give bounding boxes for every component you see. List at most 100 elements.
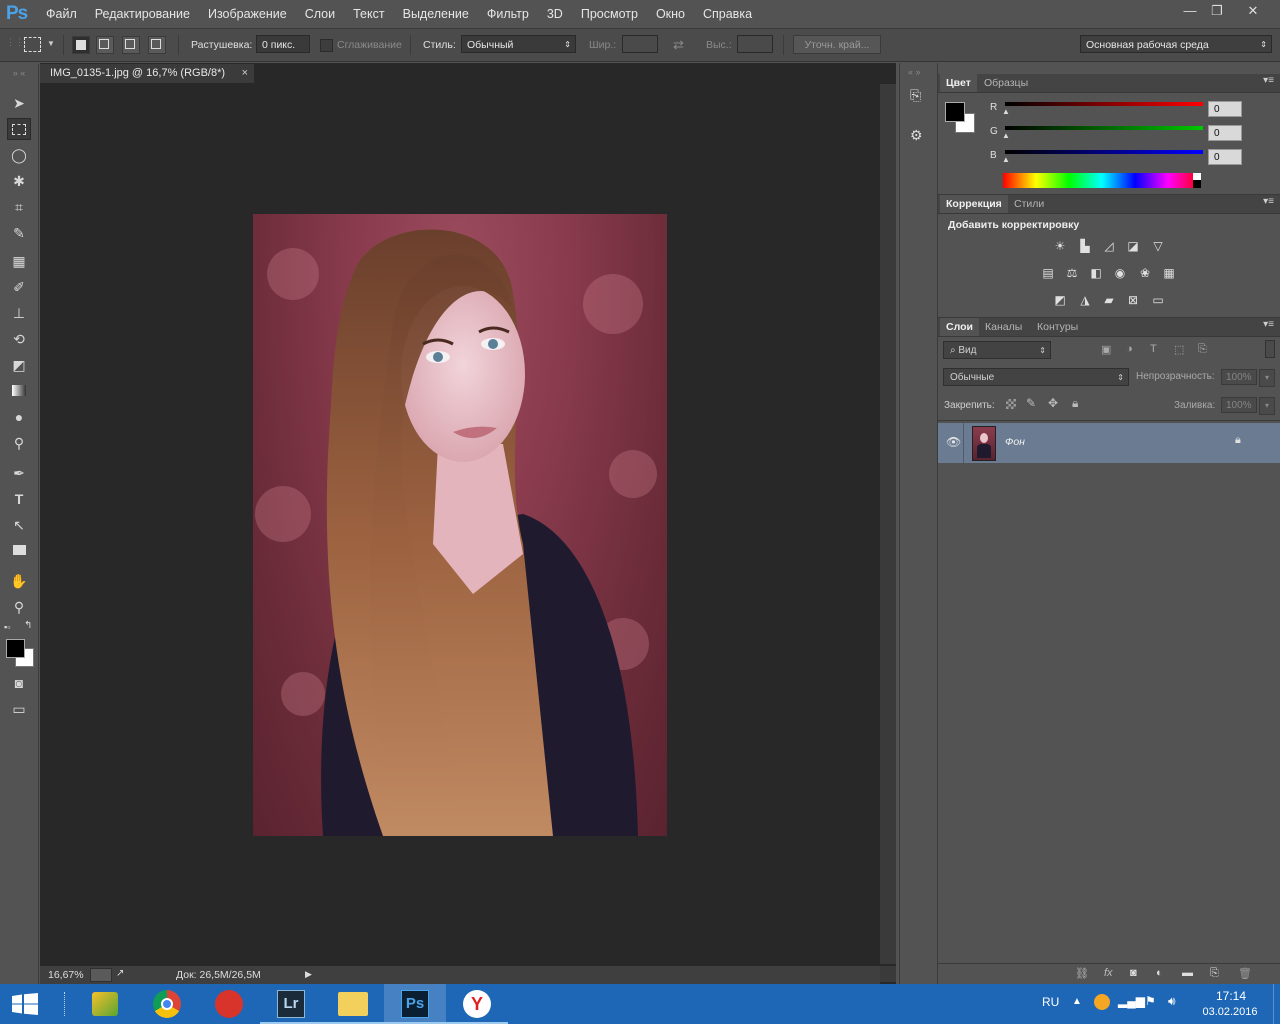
pen-tool-icon[interactable]: ✒ — [7, 462, 31, 484]
menu-item-help[interactable]: Справка — [703, 7, 752, 21]
vertical-scrollbar[interactable] — [880, 84, 896, 964]
type-tool-icon[interactable]: T — [7, 488, 31, 510]
menu-item-layers[interactable]: Слои — [305, 7, 335, 21]
tab-paths[interactable]: Контуры — [1031, 318, 1084, 336]
color-balance-icon[interactable]: ⚖ — [1063, 265, 1081, 281]
filter-pixel-icon[interactable]: ▣ — [1101, 343, 1111, 356]
swap-icon[interactable]: ⇄ — [673, 37, 684, 53]
layer-filter-select[interactable]: ⌕ Вид ⇕ — [943, 341, 1051, 359]
chevron-down-icon[interactable]: ▼ — [47, 39, 55, 48]
lock-all-icon[interactable]: 🔒︎ — [1072, 396, 1078, 411]
white-swatch[interactable] — [1193, 173, 1201, 180]
menu-item-select[interactable]: Выделение — [403, 7, 469, 21]
panel-menu-icon[interactable]: ▾≡ — [1263, 75, 1274, 86]
show-hidden-icons-icon[interactable]: ▲ — [1072, 996, 1082, 1007]
brightness-contrast-icon[interactable]: ☀ — [1051, 238, 1069, 254]
windows-start-icon[interactable] — [12, 993, 38, 1018]
rectangular-marquee-preset-icon[interactable] — [24, 37, 41, 52]
lasso-tool-icon[interactable]: ◯ — [7, 144, 31, 166]
width-input[interactable] — [622, 35, 658, 53]
add-mask-icon[interactable]: ◙ — [1130, 967, 1137, 979]
move-tool-icon[interactable]: ➤ — [7, 92, 31, 114]
channel-mixer-icon[interactable]: ❀ — [1136, 265, 1154, 281]
new-selection-button[interactable] — [72, 36, 90, 54]
menu-item-filter[interactable]: Фильтр — [487, 7, 529, 21]
gradient-tool-icon[interactable] — [7, 380, 31, 402]
invert-icon[interactable]: ◩ — [1051, 292, 1069, 308]
tab-layers[interactable]: Слои — [940, 318, 979, 336]
path-selection-tool-icon[interactable]: ↖ — [7, 514, 31, 536]
action-center-icon[interactable]: ⚑ — [1145, 994, 1156, 1008]
panel-collapse-icon[interactable]: « » — [908, 67, 921, 77]
opacity-dropdown-icon[interactable]: ▾ — [1259, 369, 1275, 387]
height-input[interactable] — [737, 35, 773, 53]
threshold-icon[interactable]: ▰ — [1100, 292, 1118, 308]
black-swatch[interactable] — [1193, 180, 1201, 188]
style-select[interactable]: Обычный ⇕ — [461, 35, 576, 53]
opacity-input[interactable]: 100% — [1221, 369, 1257, 385]
filter-adjustment-icon[interactable]: ◑ — [1126, 343, 1133, 355]
history-panel-icon[interactable]: ⎘ — [910, 87, 921, 104]
green-slider[interactable] — [1005, 126, 1203, 130]
tab-channels[interactable]: Каналы — [979, 318, 1028, 336]
dodge-tool-icon[interactable]: ⚲ — [7, 432, 31, 454]
zoom-tool-icon[interactable]: ⚲ — [7, 596, 31, 618]
healing-brush-tool-icon[interactable]: ▦ — [7, 250, 31, 272]
zoom-readout[interactable]: 16,67% — [48, 969, 84, 981]
photo-filter-icon[interactable]: ◉ — [1111, 265, 1129, 281]
link-layers-icon[interactable]: ⛓︎ — [1075, 967, 1089, 980]
refine-edge-button[interactable]: Уточн. край... — [793, 35, 881, 54]
panel-menu-icon[interactable]: ▾≡ — [1263, 196, 1274, 207]
rectangular-marquee-tool-icon[interactable] — [7, 118, 31, 140]
eyedropper-tool-icon[interactable]: ✎ — [7, 222, 31, 244]
quick-mask-icon[interactable]: ◙ — [7, 672, 31, 694]
timeline-icon[interactable] — [90, 968, 112, 982]
color-spectrum-ramp[interactable] — [1003, 173, 1201, 188]
filter-smart-object-icon[interactable]: ⎘ — [1198, 343, 1207, 356]
levels-icon[interactable]: ▙ — [1076, 238, 1094, 254]
taskbar-app-ccleaner[interactable] — [198, 984, 260, 1024]
panel-menu-icon[interactable]: ▾≡ — [1263, 319, 1274, 330]
taskbar-app-pinned[interactable] — [74, 984, 136, 1024]
fill-input[interactable]: 100% — [1221, 397, 1257, 413]
exposure-icon[interactable]: ◪ — [1124, 238, 1142, 254]
menu-item-3d[interactable]: 3D — [547, 7, 563, 21]
tab-swatches[interactable]: Образцы — [978, 74, 1034, 92]
color-lookup-icon[interactable]: ▦ — [1160, 265, 1178, 281]
eye-icon[interactable]: 👁︎ — [946, 435, 961, 449]
input-language[interactable]: RU — [1042, 995, 1059, 1009]
blend-mode-select[interactable]: Обычные ⇕ — [943, 368, 1129, 386]
new-group-icon[interactable]: ▬ — [1182, 967, 1193, 979]
menu-item-view[interactable]: Просмотр — [581, 7, 638, 21]
panel-collapse-icon[interactable]: » « — [7, 68, 31, 78]
rectangle-tool-icon[interactable] — [7, 540, 31, 562]
tab-styles[interactable]: Стили — [1008, 195, 1050, 213]
hand-tool-icon[interactable]: ✋ — [7, 570, 31, 592]
color-foreground-swatch[interactable] — [945, 102, 965, 122]
menu-item-window[interactable]: Окно — [656, 7, 685, 21]
filter-toggle[interactable] — [1265, 340, 1275, 358]
crop-tool-icon[interactable]: ⌗ — [7, 196, 31, 218]
properties-panel-icon[interactable]: ⚙ — [910, 127, 923, 144]
fill-dropdown-icon[interactable]: ▾ — [1259, 397, 1275, 415]
blue-slider[interactable] — [1005, 150, 1203, 154]
taskbar-app-yandex-browser[interactable]: Y — [446, 984, 508, 1024]
layer-name[interactable]: Фон — [1005, 436, 1025, 448]
selective-color-icon[interactable]: ⊠ — [1124, 292, 1142, 308]
curves-icon[interactable]: ◿ — [1100, 238, 1118, 254]
menu-item-file[interactable]: Файл — [46, 7, 77, 21]
menu-item-text[interactable]: Текст — [353, 7, 384, 21]
clock-date[interactable]: 03.02.2016 — [1198, 1006, 1262, 1018]
vibrance-icon[interactable]: ▽ — [1149, 238, 1167, 254]
antialias-checkbox[interactable] — [320, 39, 333, 52]
swap-colors-icon[interactable]: ↰ — [24, 620, 32, 631]
workspace-select[interactable]: Основная рабочая среда ⇕ — [1080, 35, 1272, 53]
foreground-color-swatch[interactable] — [6, 639, 25, 658]
subtract-selection-button[interactable] — [122, 36, 140, 54]
fx-icon[interactable]: fx — [1104, 967, 1113, 979]
green-slider-thumb-icon[interactable]: ▲ — [1002, 131, 1010, 140]
close-icon[interactable]: × — [242, 64, 248, 83]
red-value-input[interactable]: 0 — [1208, 101, 1242, 117]
document-image[interactable] — [253, 214, 667, 836]
add-selection-button[interactable] — [96, 36, 114, 54]
